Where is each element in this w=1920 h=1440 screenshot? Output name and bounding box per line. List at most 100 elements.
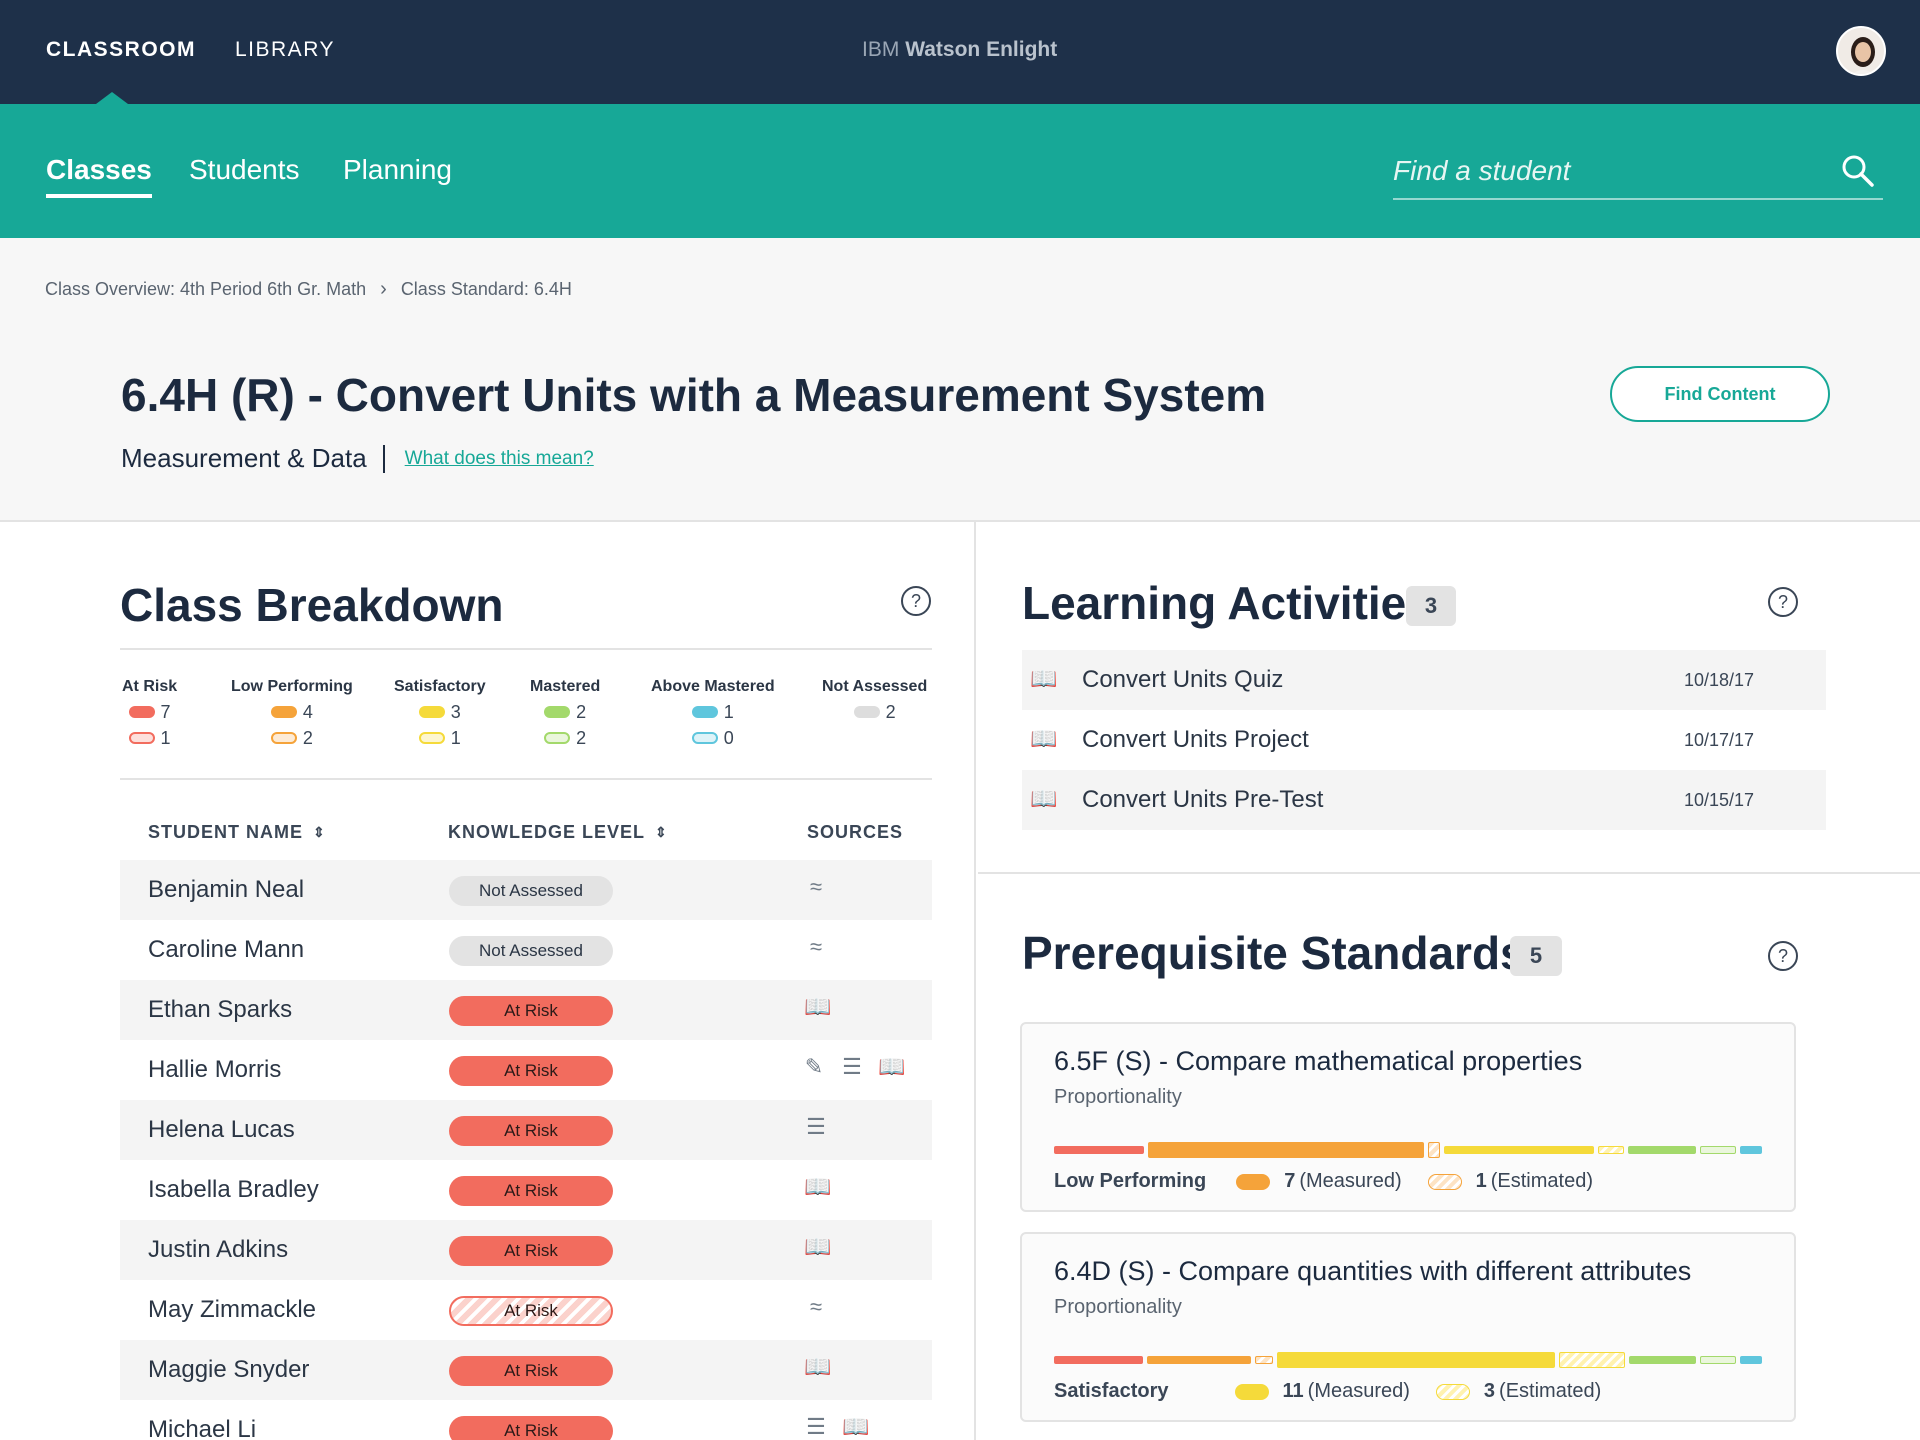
nav-classroom[interactable]: CLASSROOM: [46, 38, 196, 62]
student-name[interactable]: Hallie Morris: [148, 1056, 281, 1084]
status-badge: At Risk: [449, 1116, 613, 1146]
table-row[interactable]: Michael Li At Risk ☰ 📖: [120, 1400, 932, 1440]
list-item[interactable]: 📖 Convert Units Pre-Test 10/15/17: [1022, 770, 1826, 830]
book-icon: 📖: [1030, 666, 1058, 691]
brand-name: Watson Enlight: [905, 38, 1058, 61]
category-label: Measurement & Data: [121, 443, 367, 473]
observation-icon[interactable]: ≈: [804, 874, 828, 900]
estimated-count: 1: [160, 727, 171, 748]
activity-name[interactable]: Convert Units Project: [1082, 726, 1309, 754]
summary-label: Above Mastered: [651, 678, 775, 695]
table-row[interactable]: Helena Lucas At Risk ☰: [120, 1100, 932, 1160]
summary-not-assessed: Not Assessed 2: [822, 678, 927, 722]
checklist-icon[interactable]: ☰: [804, 1114, 828, 1140]
checklist-icon[interactable]: ☰: [804, 1414, 828, 1440]
standard-title[interactable]: 6.4D (S) - Compare quantities with diffe…: [1054, 1256, 1691, 1287]
activity-name[interactable]: Convert Units Pre-Test: [1082, 786, 1323, 814]
observation-icon[interactable]: ≈: [804, 1294, 828, 1320]
breadcrumb-class-standard[interactable]: Class Standard: 6.4H: [401, 279, 572, 300]
student-name[interactable]: Justin Adkins: [148, 1236, 288, 1264]
measured-swatch: [128, 706, 155, 718]
tab-students[interactable]: Students: [189, 154, 300, 186]
table-row[interactable]: Isabella Bradley At Risk 📖: [120, 1160, 932, 1220]
search-icon[interactable]: [1841, 154, 1875, 188]
activity-date: 10/15/17: [1684, 790, 1755, 810]
student-name[interactable]: Helena Lucas: [148, 1116, 295, 1144]
status-badge: Not Assessed: [449, 876, 613, 906]
book-icon[interactable]: 📖: [804, 1174, 831, 1200]
sources-cell: ✎ ☰ 📖: [802, 1054, 906, 1080]
standard-title[interactable]: 6.5F (S) - Compare mathematical properti…: [1054, 1046, 1582, 1077]
status-badge: At Risk: [449, 1356, 613, 1386]
table-row[interactable]: May Zimmackle At Risk ≈: [120, 1280, 932, 1340]
estimated-swatch: [1435, 1383, 1470, 1400]
activity-name[interactable]: Convert Units Quiz: [1082, 666, 1283, 694]
find-content-button[interactable]: Find Content: [1610, 366, 1830, 422]
column-header-student-name[interactable]: STUDENT NAME ⇕: [148, 822, 326, 843]
status-badge: At Risk: [449, 1236, 613, 1266]
segment-low-performing: [1148, 1142, 1424, 1158]
measured-count: 1: [723, 701, 734, 722]
measured-label: (Measured): [1299, 1170, 1402, 1192]
assignment-icon[interactable]: ✎: [802, 1054, 826, 1080]
sources-cell: 📖: [804, 1174, 831, 1200]
student-name[interactable]: Caroline Mann: [148, 936, 304, 964]
table-row[interactable]: Hallie Morris At Risk ✎ ☰ 📖: [120, 1040, 932, 1100]
measured-swatch: [418, 706, 445, 718]
checklist-icon[interactable]: ☰: [840, 1054, 864, 1080]
book-icon[interactable]: 📖: [804, 1234, 831, 1260]
book-icon[interactable]: 📖: [878, 1054, 905, 1080]
student-name[interactable]: Ethan Sparks: [148, 996, 292, 1024]
sources-cell: ☰ 📖: [804, 1414, 869, 1440]
help-icon[interactable]: ?: [1768, 941, 1798, 971]
brand-prefix: IBM: [862, 38, 900, 61]
table-row[interactable]: Maggie Snyder At Risk 📖: [120, 1340, 932, 1400]
student-name[interactable]: Maggie Snyder: [148, 1356, 309, 1384]
what-does-this-mean-link[interactable]: What does this mean?: [405, 448, 594, 470]
list-item[interactable]: 📖 Convert Units Quiz 10/18/17: [1022, 650, 1826, 710]
estimated-swatch: [418, 732, 445, 744]
tab-classes[interactable]: Classes: [46, 154, 152, 198]
list-item[interactable]: 📖 Convert Units Project 10/17/17: [1022, 710, 1826, 770]
sort-icon[interactable]: ⇕: [655, 824, 668, 841]
knowledge-level: Low Performing: [1054, 1170, 1207, 1192]
student-name[interactable]: May Zimmackle: [148, 1296, 316, 1324]
search-input[interactable]: [1393, 148, 1823, 194]
column-header-knowledge-level[interactable]: KNOWLEDGE LEVEL ⇕: [448, 822, 668, 843]
standard-card[interactable]: 6.4D (S) - Compare quantities with diffe…: [1020, 1232, 1796, 1422]
user-avatar[interactable]: [1836, 26, 1886, 76]
observation-icon[interactable]: ≈: [804, 934, 828, 960]
avatar-image: [1851, 37, 1875, 74]
book-icon[interactable]: 📖: [804, 994, 831, 1020]
standard-subtitle: Proportionality: [1054, 1086, 1182, 1108]
table-row[interactable]: Justin Adkins At Risk 📖: [120, 1220, 932, 1280]
student-name[interactable]: Michael Li: [148, 1416, 256, 1440]
tab-planning[interactable]: Planning: [343, 154, 452, 186]
book-icon[interactable]: 📖: [804, 1354, 831, 1380]
section-tabs-bar: Classes Students Planning: [0, 104, 1920, 238]
summary-label: At Risk: [122, 678, 178, 695]
knowledge-distribution-bar: [1054, 1142, 1762, 1158]
student-name[interactable]: Benjamin Neal: [148, 876, 304, 904]
estimated-count: 1: [450, 727, 461, 748]
help-icon[interactable]: ?: [901, 586, 931, 616]
measured-swatch: [853, 706, 880, 718]
student-name[interactable]: Isabella Bradley: [148, 1176, 319, 1204]
segment-satisfactory-estimated: [1559, 1352, 1625, 1368]
table-row[interactable]: Benjamin Neal Not Assessed ≈: [120, 860, 932, 920]
learning-activities-title: Learning Activities: [1022, 577, 1432, 629]
count-badge: 3: [1406, 586, 1456, 626]
count-badge: 5: [1510, 936, 1562, 976]
measured-swatch: [691, 706, 718, 718]
sort-icon[interactable]: ⇕: [313, 824, 326, 841]
standard-card[interactable]: 6.5F (S) - Compare mathematical properti…: [1020, 1022, 1796, 1212]
table-row[interactable]: Caroline Mann Not Assessed ≈: [120, 920, 932, 980]
standard-category: Measurement & Data What does this mean?: [121, 443, 594, 474]
estimated-count: 3: [1483, 1380, 1496, 1402]
help-icon[interactable]: ?: [1768, 587, 1798, 617]
breadcrumb-class-overview[interactable]: Class Overview: 4th Period 6th Gr. Math: [45, 279, 366, 300]
nav-library[interactable]: LIBRARY: [235, 38, 335, 62]
summary-low-performing: Low Performing 4 2: [231, 678, 353, 748]
table-row[interactable]: Ethan Sparks At Risk 📖: [120, 980, 932, 1040]
book-icon[interactable]: 📖: [842, 1414, 869, 1440]
